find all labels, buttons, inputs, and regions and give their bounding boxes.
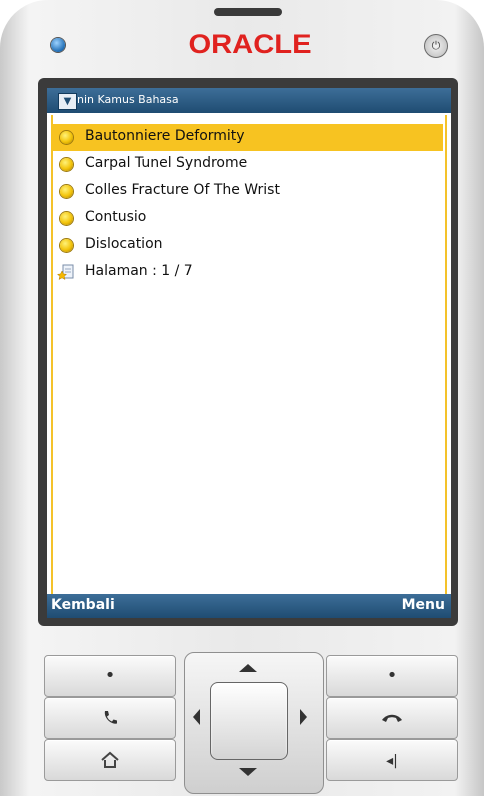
dpad-up-arrow-icon[interactable] [239,664,257,672]
bullet-icon [60,185,73,198]
bullet-icon [60,212,73,225]
brand-logo: ORACLE [188,29,312,59]
home-button[interactable] [44,739,176,781]
list-item-bautonniere-deformity[interactable]: Bautonniere Deformity [51,124,443,151]
bullet-icon [60,158,73,171]
title-bar: ▼ nin Kamus Bahasa [47,88,451,113]
term-list: Bautonniere Deformity Carpal Tunel Syndr… [51,124,443,286]
list-item-label: Colles Fracture Of The Wrist [85,182,280,198]
bullet-icon [60,239,73,252]
phone-screen: ▼ nin Kamus Bahasa Bautonniere Deformity… [47,88,451,618]
left-softkey-button[interactable]: • [44,655,176,697]
power-button[interactable]: ⏻ [424,34,448,58]
back-arrow-icon: ◂| [386,753,398,769]
dpad-select-button[interactable] [210,682,288,760]
list-item-carpal-tunel-syndrome[interactable]: Carpal Tunel Syndrome [51,151,443,178]
page-indicator-label: Halaman : 1 / 7 [85,263,193,279]
title-dropdown-toggle[interactable]: ▼ [58,93,77,110]
list-item-label: Carpal Tunel Syndrome [85,155,248,171]
hang-up-icon [382,714,402,722]
app-title: nin Kamus Bahasa [77,93,179,106]
dot-icon: • [386,665,398,686]
list-item-colles-fracture[interactable]: Colles Fracture Of The Wrist [51,178,443,205]
right-softkey-button[interactable]: • [326,655,458,697]
call-button[interactable] [44,697,176,739]
list-item-label: Dislocation [85,236,163,252]
dot-icon: • [104,665,116,686]
bullet-icon [60,131,73,144]
list-item-dislocation[interactable]: Dislocation [51,232,443,259]
dpad-right-arrow-icon[interactable] [300,709,307,725]
softkey-menu[interactable]: Menu [402,597,445,613]
list-item-contusio[interactable]: Contusio [51,205,443,232]
dpad-down-arrow-icon[interactable] [239,768,257,776]
phone-emulator: ORACLE ⏻ ▼ nin Kamus Bahasa Bautonniere … [0,0,484,796]
phone-call-icon [104,711,117,724]
page-indicator-item[interactable]: Halaman : 1 / 7 [51,259,443,286]
list-item-label: Contusio [85,209,147,225]
home-icon [101,751,119,768]
end-call-button[interactable] [326,697,458,739]
back-button[interactable]: ◂| [326,739,458,781]
status-led-icon [51,38,65,52]
page-star-icon [57,264,74,281]
dpad-left-arrow-icon[interactable] [193,709,200,725]
softkey-bar: Kembali Menu [47,594,451,618]
speaker-grille [214,8,282,16]
list-item-label: Bautonniere Deformity [85,128,245,144]
softkey-kembali[interactable]: Kembali [51,597,115,613]
